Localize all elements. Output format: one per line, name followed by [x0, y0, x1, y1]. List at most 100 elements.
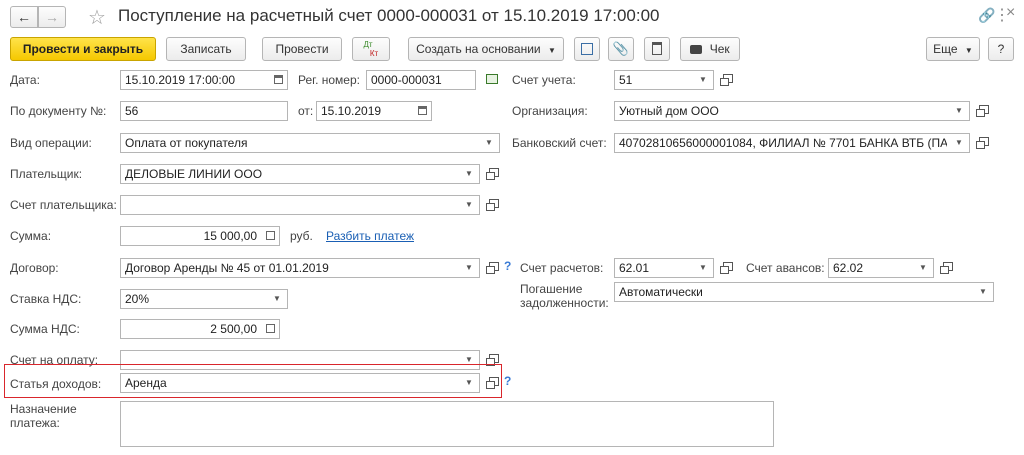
calendar-icon[interactable]	[269, 71, 287, 89]
report-button[interactable]	[644, 37, 670, 61]
date-label: Дата:	[10, 73, 40, 87]
payer-value: ДЕЛОВЫЕ ЛИНИИ ООО	[125, 167, 263, 181]
open-icon[interactable]	[484, 375, 500, 391]
dropdown-arrow-icon[interactable]: ▼	[479, 134, 499, 152]
open-icon[interactable]	[974, 103, 990, 119]
doc-number-field[interactable]: 56	[120, 101, 288, 121]
open-icon[interactable]	[484, 197, 500, 213]
window-title: Поступление на расчетный счет 0000-00003…	[118, 6, 660, 25]
vat-sum-value: 2 500,00	[210, 322, 257, 336]
account-label: Счет учета:	[512, 73, 576, 87]
organization-field[interactable]: Уютный дом ООО ▼	[614, 101, 970, 121]
reg-number-value: 0000-000031	[371, 73, 442, 87]
contract-label: Договор:	[10, 261, 59, 275]
post-and-close-button[interactable]: Провести и закрыть	[10, 37, 156, 61]
dt-kt-button[interactable]: Дт Кт	[352, 37, 390, 61]
dropdown-arrow-icon[interactable]: ▼	[459, 165, 479, 183]
vat-rate-value: 20%	[125, 292, 150, 306]
debt-repayment-label-line-1: Погашение	[520, 282, 583, 296]
help-button[interactable]: ?	[988, 37, 1014, 61]
income-item-label: Статья доходов:	[10, 377, 102, 391]
currency-label: руб.	[290, 229, 313, 243]
report-icon	[652, 42, 662, 55]
title-bar: ← → ☆ Поступление на расчетный счет 0000…	[0, 0, 1024, 34]
open-icon[interactable]	[718, 260, 734, 276]
reg-number-field[interactable]: 0000-000031	[366, 70, 476, 90]
bank-account-field[interactable]: 40702810656000001084, ФИЛИАЛ № 7701 БАНК…	[614, 133, 970, 153]
dropdown-arrow-icon[interactable]: ▼	[949, 134, 969, 152]
calculator-icon[interactable]	[261, 227, 279, 245]
from-date-field[interactable]: 15.10.2019	[316, 101, 432, 121]
sum-label: Сумма:	[10, 229, 52, 243]
chevron-down-icon: ▼	[964, 46, 973, 55]
debt-repayment-label-line-2: задолженности:	[520, 296, 609, 310]
dropdown-arrow-icon[interactable]: ▼	[913, 259, 933, 277]
calculator-icon[interactable]	[261, 320, 279, 338]
posted-status-icon	[486, 74, 498, 84]
doc-number-value: 56	[125, 104, 139, 118]
operation-type-field[interactable]: Оплата от покупателя ▼	[120, 133, 500, 153]
dropdown-arrow-icon[interactable]: ▼	[693, 259, 713, 277]
bank-account-label: Банковский счет:	[512, 136, 607, 150]
open-icon[interactable]	[718, 72, 734, 88]
dropdown-arrow-icon[interactable]: ▼	[459, 374, 479, 392]
open-icon[interactable]	[484, 260, 500, 276]
advance-account-field[interactable]: 62.02 ▼	[828, 258, 934, 278]
settlement-account-field[interactable]: 62.01 ▼	[614, 258, 714, 278]
open-icon[interactable]	[484, 166, 500, 182]
payer-field[interactable]: ДЕЛОВЫЕ ЛИНИИ ООО ▼	[120, 164, 480, 184]
attach-button[interactable]: 📎	[608, 37, 634, 61]
structure-icon	[581, 43, 593, 55]
reg-number-label: Рег. номер:	[298, 73, 360, 87]
kt-icon: Кт	[369, 49, 379, 58]
dropdown-arrow-icon[interactable]: ▼	[459, 196, 479, 214]
vat-sum-field[interactable]: 2 500,00	[120, 319, 280, 339]
structure-button[interactable]	[574, 37, 600, 61]
calendar-icon[interactable]	[413, 102, 431, 120]
payer-account-field[interactable]: ▼	[120, 195, 480, 215]
chevron-down-icon: ▼	[547, 46, 556, 55]
back-button[interactable]: ←	[10, 6, 38, 28]
close-icon[interactable]: ×	[1006, 4, 1015, 22]
advance-account-label: Счет авансов:	[746, 261, 825, 275]
paperclip-icon: 📎	[612, 41, 630, 56]
forward-button[interactable]: →	[38, 6, 66, 28]
dropdown-arrow-icon[interactable]: ▼	[693, 71, 713, 89]
dropdown-arrow-icon[interactable]: ▼	[267, 290, 287, 308]
open-icon[interactable]	[974, 135, 990, 151]
from-date-value: 15.10.2019	[321, 104, 382, 118]
split-payment-link[interactable]: Разбить платеж	[326, 229, 414, 243]
debt-repayment-value: Автоматически	[619, 285, 703, 299]
contract-value: Договор Аренды № 45 от 01.01.2019	[125, 261, 329, 275]
sum-value: 15 000,00	[203, 229, 257, 243]
date-value: 15.10.2019 17:00:00	[125, 73, 236, 87]
dropdown-arrow-icon[interactable]: ▼	[973, 283, 993, 301]
contract-field[interactable]: Договор Аренды № 45 от 01.01.2019 ▼	[120, 258, 480, 278]
income-item-field[interactable]: Аренда ▼	[120, 373, 480, 393]
sum-field[interactable]: 15 000,00	[120, 226, 280, 246]
star-icon[interactable]: ☆	[88, 5, 106, 30]
more-button[interactable]: Еще ▼	[926, 37, 980, 61]
payment-purpose-label-line-1: Назначение	[10, 402, 77, 416]
link-icon[interactable]: 🔗	[978, 7, 995, 24]
help-icon[interactable]: ?	[504, 259, 511, 273]
settlement-account-value: 62.01	[619, 261, 650, 275]
vat-rate-field[interactable]: 20% ▼	[120, 289, 288, 309]
save-button[interactable]: Записать	[166, 37, 246, 61]
account-field[interactable]: 51 ▼	[614, 70, 714, 90]
income-item-value: Аренда	[125, 376, 167, 390]
vat-rate-label: Ставка НДС:	[10, 292, 82, 306]
open-icon[interactable]	[938, 260, 954, 276]
dropdown-arrow-icon[interactable]: ▼	[459, 259, 479, 277]
check-button[interactable]: Чек	[680, 37, 740, 61]
payer-label: Плательщик:	[10, 167, 83, 181]
bank-account-value: 40702810656000001084, ФИЛИАЛ № 7701 БАНК…	[619, 136, 947, 150]
help-icon[interactable]: ?	[504, 374, 511, 388]
post-button[interactable]: Провести	[262, 37, 342, 61]
from-date-label: от:	[298, 104, 314, 118]
debt-repayment-field[interactable]: Автоматически ▼	[614, 282, 994, 302]
create-based-on-button[interactable]: Создать на основании ▼	[408, 37, 564, 61]
dropdown-arrow-icon[interactable]: ▼	[949, 102, 969, 120]
date-field[interactable]: 15.10.2019 17:00:00	[120, 70, 288, 90]
payment-purpose-textarea[interactable]	[120, 401, 774, 447]
